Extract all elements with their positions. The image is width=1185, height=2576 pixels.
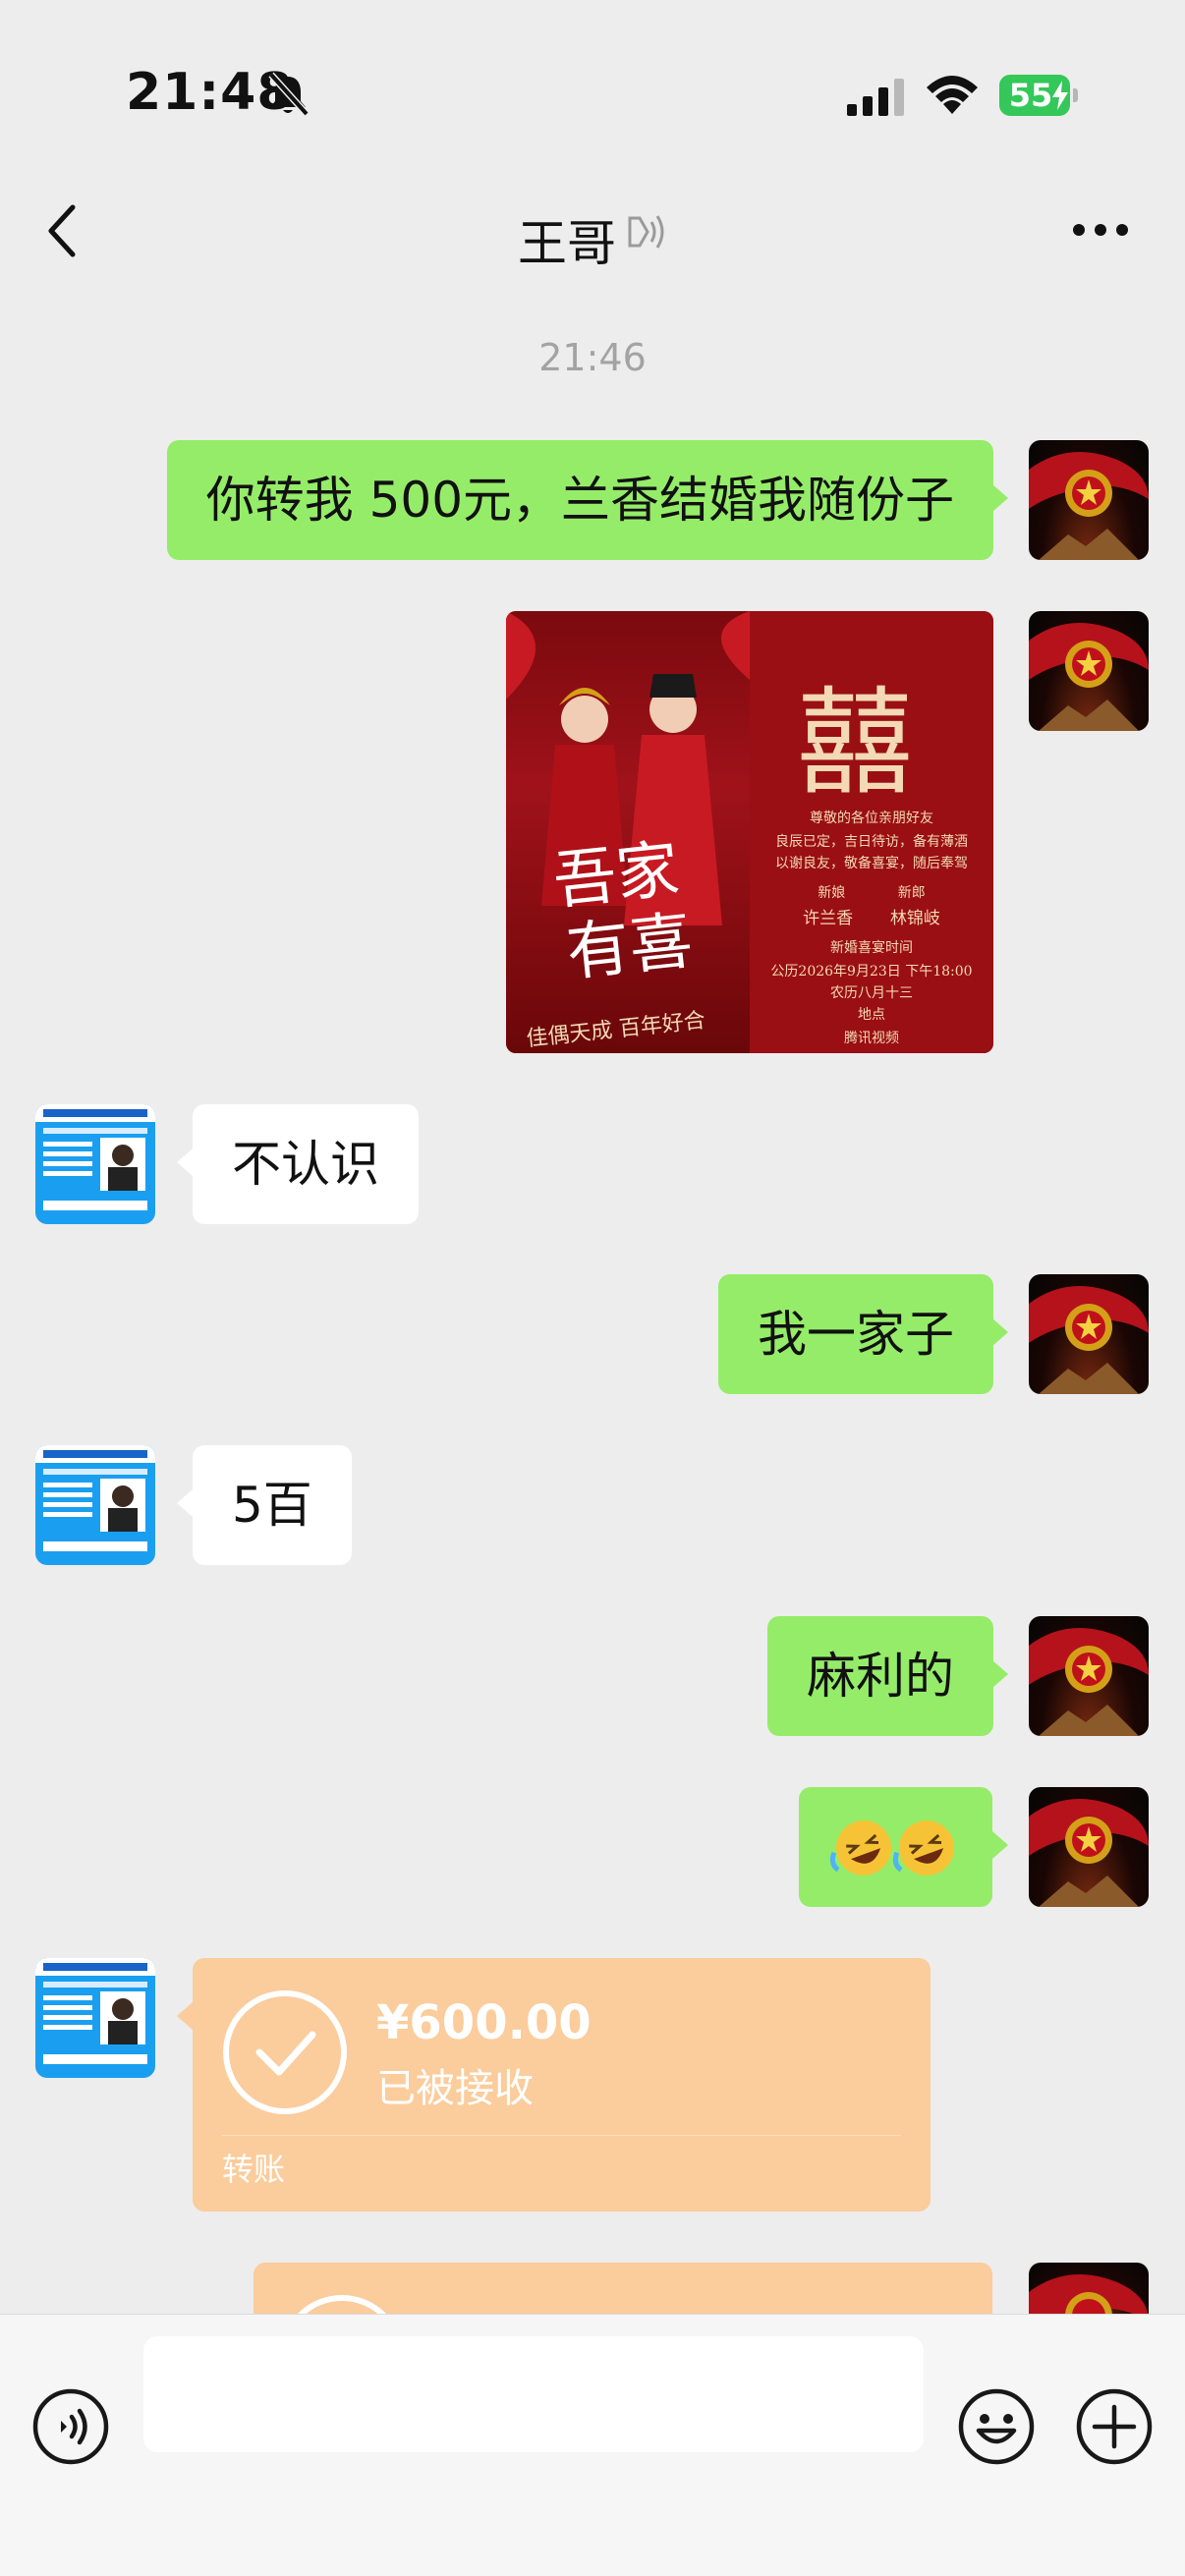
wifi-icon xyxy=(927,76,978,114)
emblem-icon xyxy=(1029,2274,1149,2314)
my-avatar[interactable] xyxy=(1029,1787,1149,1907)
my-avatar[interactable] xyxy=(1029,440,1149,560)
check-circle-icon xyxy=(297,2295,387,2314)
message-text: 5百 xyxy=(232,1477,312,1534)
nav-bar: 王哥 xyxy=(0,167,1185,295)
emoji-icon[interactable] xyxy=(957,2387,1036,2466)
chat-title[interactable]: 王哥 xyxy=(0,204,1185,275)
chat-title-text: 王哥 xyxy=(518,215,616,272)
bubble-tail xyxy=(177,2002,193,2030)
bubble-tail xyxy=(177,1148,193,1176)
invitation-labels: 新娘 新郎 xyxy=(750,882,993,902)
invitation-venue-title: 地点 xyxy=(858,1007,885,1023)
transfer-status: 已被接收 xyxy=(376,2066,534,2111)
more-icon[interactable] xyxy=(1071,222,1130,238)
bride-label: 新娘 xyxy=(818,885,846,901)
message-text: 你转我 500元，兰香结婚我随份子 xyxy=(205,472,954,529)
invitation-photo-panel xyxy=(506,611,750,1053)
my-avatar[interactable] xyxy=(1029,1616,1149,1736)
groom-name: 林锦岐 xyxy=(889,909,940,928)
bubble-tail xyxy=(992,1660,1008,1688)
message-timestamp: 21:46 xyxy=(538,336,647,379)
message-text: 不认识 xyxy=(232,1136,379,1193)
battery-icon: 55 xyxy=(999,75,1078,116)
business-card-avatar xyxy=(35,1958,155,2064)
invitation-line-2: 以谢良友，敬备喜宴，随后奉驾 xyxy=(775,856,968,871)
emblem-icon xyxy=(1029,1799,1149,1907)
invitation-names: 许兰香 林锦岐 xyxy=(750,904,993,928)
invitation-venue: 腾讯视频 xyxy=(844,1031,899,1046)
contact-avatar[interactable] xyxy=(35,1104,155,1224)
outgoing-message-bubble[interactable]: 麻利的 xyxy=(767,1616,993,1736)
emblem-icon xyxy=(1029,452,1149,560)
check-circle-icon xyxy=(223,1990,347,2114)
bubble-tail xyxy=(992,1318,1008,1346)
invitation-headline-1: 吾家 xyxy=(549,833,683,920)
bubble-tail xyxy=(992,1831,1008,1859)
incoming-message-bubble[interactable]: 5百 xyxy=(193,1445,352,1565)
emblem-icon xyxy=(1029,1628,1149,1736)
groom-label: 新郎 xyxy=(897,885,926,901)
transfer-amount: ¥600.00 xyxy=(376,1995,592,2050)
plus-icon[interactable] xyxy=(1075,2387,1154,2466)
incoming-message-bubble[interactable]: 不认识 xyxy=(193,1104,419,1224)
bride-name: 许兰香 xyxy=(803,909,854,928)
voice-icon[interactable] xyxy=(31,2387,110,2466)
invitation-greeting: 尊敬的各位亲朋好友 xyxy=(810,811,933,826)
battery-tip xyxy=(1073,88,1078,102)
business-card-avatar xyxy=(35,1445,155,1551)
wedding-invitation-image[interactable]: 囍 吾家 有喜 尊敬的各位亲朋好友 良辰已定，吉日待访，备有薄酒 以谢良友，敬备… xyxy=(506,611,993,1053)
speaker-icon xyxy=(628,215,664,249)
outgoing-emoji-bubble[interactable] xyxy=(799,1787,992,1907)
invitation-time-title: 新婚喜宴时间 xyxy=(830,940,913,956)
transfer-card[interactable]: ¥600.00 已被接收 转账 xyxy=(193,1958,931,2212)
invitation-headline-2: 有喜 xyxy=(563,904,697,990)
outgoing-message-bubble[interactable]: 你转我 500元，兰香结婚我随份子 xyxy=(166,440,993,560)
input-bar xyxy=(0,2314,1185,2576)
invitation-xi: 囍 xyxy=(797,675,914,811)
message-text: 麻利的 xyxy=(807,1648,954,1705)
couple-illustration xyxy=(506,611,750,925)
bell-slash-icon xyxy=(268,72,310,117)
my-avatar[interactable] xyxy=(1029,2263,1149,2314)
invitation-lunar: 农历八月十三 xyxy=(830,985,913,1001)
transfer-label: 转账 xyxy=(222,2151,286,2188)
invitation-date: 公历2026年9月23日 下午18:00 xyxy=(770,964,973,980)
outgoing-transfer-card[interactable] xyxy=(254,2263,992,2314)
rofl-emoji-icon xyxy=(829,1820,954,1876)
invitation-headline: 吾家 有喜 xyxy=(550,832,697,990)
my-avatar[interactable] xyxy=(1029,1274,1149,1394)
contact-avatar[interactable] xyxy=(35,1445,155,1565)
transfer-divider xyxy=(222,2135,901,2136)
contact-avatar[interactable] xyxy=(35,1958,155,2078)
emblem-icon xyxy=(1029,623,1149,731)
message-input[interactable] xyxy=(143,2336,924,2452)
charging-bolt-icon xyxy=(1052,81,1068,110)
my-avatar[interactable] xyxy=(1029,611,1149,731)
outgoing-message-bubble[interactable]: 我一家子 xyxy=(718,1274,993,1394)
invitation-line-1: 良辰已定，吉日待访，备有薄酒 xyxy=(775,834,968,850)
status-bar: 21:48 55 xyxy=(0,0,1185,147)
bubble-tail xyxy=(177,1489,193,1517)
emblem-icon xyxy=(1029,1286,1149,1394)
signal-icon xyxy=(847,79,904,116)
business-card-avatar xyxy=(35,1104,155,1210)
message-text: 我一家子 xyxy=(758,1306,954,1363)
bubble-tail xyxy=(992,484,1008,512)
